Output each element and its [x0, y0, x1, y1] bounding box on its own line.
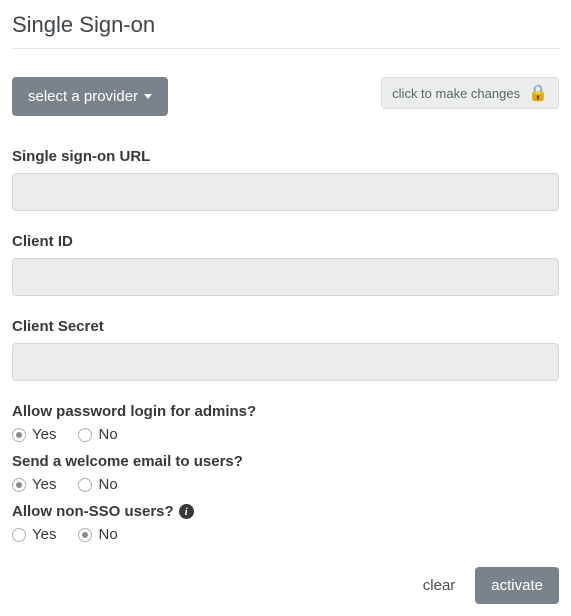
client-secret-group: Client Secret [12, 318, 559, 381]
radio-icon [12, 528, 26, 542]
select-provider-button[interactable]: select a provider [12, 77, 168, 116]
allow-password-admins-options: Yes No [12, 426, 559, 443]
top-controls-row: select a provider click to make changes … [12, 77, 559, 116]
radio-label: Yes [32, 476, 56, 493]
radio-icon [78, 428, 92, 442]
lock-changes-badge[interactable]: click to make changes 🔒 [381, 77, 559, 109]
send-welcome-options: Yes No [12, 476, 559, 493]
allow-non-sso-label: Allow non-SSO users? i [12, 503, 559, 520]
clear-button[interactable]: clear [417, 569, 462, 602]
allow-non-sso-label-text: Allow non-SSO users? [12, 503, 174, 520]
radio-icon [12, 478, 26, 492]
page-title: Single Sign-on [12, 12, 559, 49]
sso-url-input[interactable] [12, 173, 559, 211]
allow-non-sso-options: Yes No [12, 526, 559, 543]
send-welcome-label: Send a welcome email to users? [12, 453, 559, 470]
send-welcome-yes[interactable]: Yes [12, 476, 56, 493]
radio-icon [78, 478, 92, 492]
send-welcome-group: Send a welcome email to users? Yes No [12, 453, 559, 493]
lock-icon: 🔒 [528, 83, 548, 103]
sso-url-group: Single sign-on URL [12, 148, 559, 211]
allow-password-admins-no[interactable]: No [78, 426, 117, 443]
allow-non-sso-no[interactable]: No [78, 526, 117, 543]
sso-url-label: Single sign-on URL [12, 148, 559, 165]
chevron-down-icon [144, 94, 152, 99]
radio-label: Yes [32, 426, 56, 443]
activate-button[interactable]: activate [475, 567, 559, 604]
info-icon[interactable]: i [179, 504, 194, 519]
lock-badge-label: click to make changes [392, 86, 520, 101]
radio-label: No [98, 526, 117, 543]
allow-non-sso-group: Allow non-SSO users? i Yes No [12, 503, 559, 543]
radio-label: No [98, 476, 117, 493]
client-secret-input[interactable] [12, 343, 559, 381]
allow-password-admins-group: Allow password login for admins? Yes No [12, 403, 559, 443]
client-secret-label: Client Secret [12, 318, 559, 335]
radio-label: No [98, 426, 117, 443]
client-id-group: Client ID [12, 233, 559, 296]
allow-non-sso-yes[interactable]: Yes [12, 526, 56, 543]
select-provider-label: select a provider [28, 88, 138, 105]
allow-password-admins-yes[interactable]: Yes [12, 426, 56, 443]
send-welcome-no[interactable]: No [78, 476, 117, 493]
radio-icon [12, 428, 26, 442]
client-id-input[interactable] [12, 258, 559, 296]
radio-label: Yes [32, 526, 56, 543]
radio-icon [78, 528, 92, 542]
allow-password-admins-label: Allow password login for admins? [12, 403, 559, 420]
footer-actions: clear activate [12, 567, 559, 604]
client-id-label: Client ID [12, 233, 559, 250]
